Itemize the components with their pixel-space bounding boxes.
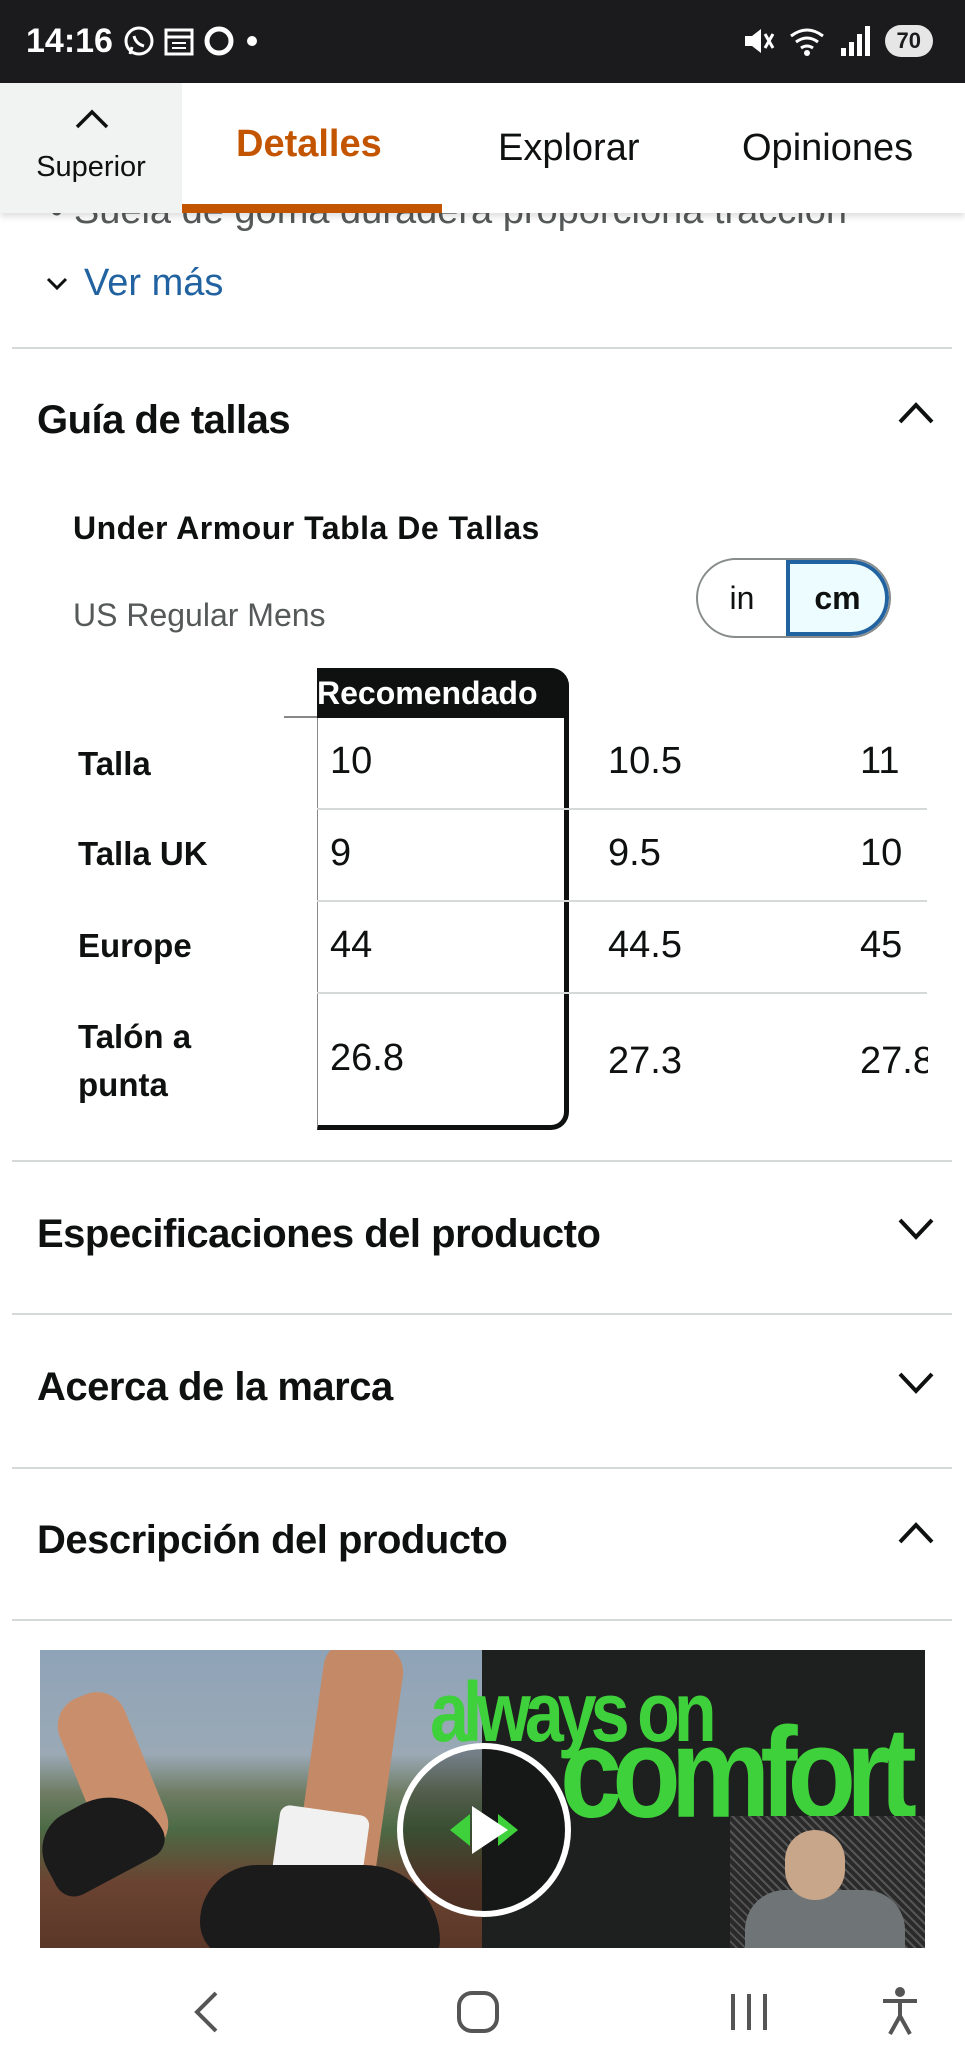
row-label-talla-uk: Talla UK [78, 835, 208, 872]
chevron-up-icon[interactable] [897, 1520, 935, 1546]
row-label-talla: Talla [78, 745, 151, 782]
cell-eu-2: 44.5 [608, 924, 682, 966]
tab-explorar[interactable]: Explorar [498, 127, 640, 170]
product-video[interactable]: always on comfort [40, 1650, 925, 1948]
system-nav-bar [0, 1952, 965, 2070]
signal-icon [840, 26, 870, 56]
recents-icon[interactable] [728, 1992, 770, 2032]
whatsapp-icon [124, 26, 154, 56]
wifi-icon [789, 28, 824, 56]
notification-icons [122, 24, 260, 58]
active-tab-indicator [182, 204, 442, 213]
cell-talla-rec: 10 [330, 740, 373, 782]
product-specs-title[interactable]: Especificaciones del producto [37, 1212, 601, 1257]
size-fit-label: US Regular Mens [73, 597, 326, 633]
size-guide-title[interactable]: Guía de tallas [37, 398, 291, 443]
home-icon[interactable] [456, 1990, 500, 2034]
divider [12, 1467, 952, 1469]
recommended-badge: Recomendado [317, 668, 569, 718]
back-to-top-button[interactable]: Superior [0, 83, 182, 213]
tab-detalles[interactable]: Detalles [236, 123, 382, 166]
cell-eu-rec: 44 [330, 924, 373, 966]
circle-app-icon [204, 26, 234, 56]
cell-uk-3: 10 [860, 832, 903, 874]
see-more-label: Ver más [84, 262, 224, 304]
battery-indicator: 70 [884, 25, 933, 57]
cell-talla-3: 11 [860, 740, 900, 782]
about-brand-title[interactable]: Acerca de la marca [37, 1365, 393, 1410]
dot-icon [247, 36, 257, 46]
accessibility-icon[interactable] [880, 1986, 920, 2036]
chevron-up-icon[interactable] [897, 400, 935, 426]
divider [12, 1313, 952, 1315]
cell-heel-3: 27.8 [860, 1040, 928, 1082]
row-divider [317, 900, 927, 902]
divider [12, 1619, 952, 1621]
row-label-heel-toe: Talón a punta [78, 1018, 192, 1103]
cell-eu-3: 45 [860, 924, 903, 966]
cell-heel-2: 27.3 [608, 1040, 682, 1082]
chevron-down-icon[interactable] [897, 1216, 935, 1242]
cell-uk-rec: 9 [330, 832, 352, 874]
play-button[interactable] [397, 1743, 571, 1917]
system-icons: 70 [741, 24, 933, 58]
unit-cm-button[interactable]: cm [786, 560, 889, 636]
back-to-top-label: Superior [36, 151, 146, 183]
mute-icon [744, 29, 774, 53]
row-divider [317, 992, 927, 994]
unit-toggle: in cm [696, 558, 891, 638]
see-more-link[interactable]: Ver más [46, 262, 223, 305]
unit-in-button[interactable]: in [698, 560, 786, 636]
divider [12, 1160, 952, 1162]
play-icon [450, 1806, 518, 1854]
product-description-title[interactable]: Descripción del producto [37, 1518, 508, 1563]
chevron-down-icon [46, 277, 68, 290]
calendar-icon [164, 28, 194, 56]
section-tab-bar: Superior Detalles Explorar Opiniones [0, 83, 965, 213]
chevron-down-icon[interactable] [897, 1370, 935, 1396]
row-label-europe: Europe [78, 927, 192, 964]
cell-uk-2: 9.5 [608, 832, 661, 874]
cell-heel-rec: 26.8 [330, 1037, 404, 1079]
status-time: 14:16 [26, 22, 113, 60]
cell-talla-2: 10.5 [608, 740, 682, 782]
back-icon[interactable] [192, 1990, 220, 2034]
divider [12, 347, 952, 349]
tab-opiniones[interactable]: Opiniones [742, 127, 913, 170]
status-bar: 14:16 70 [0, 0, 965, 83]
row-divider [317, 808, 927, 810]
table-header-line [284, 716, 318, 718]
chevron-up-icon [75, 109, 109, 129]
size-chart-title: Under Armour Tabla De Tallas [73, 510, 540, 546]
